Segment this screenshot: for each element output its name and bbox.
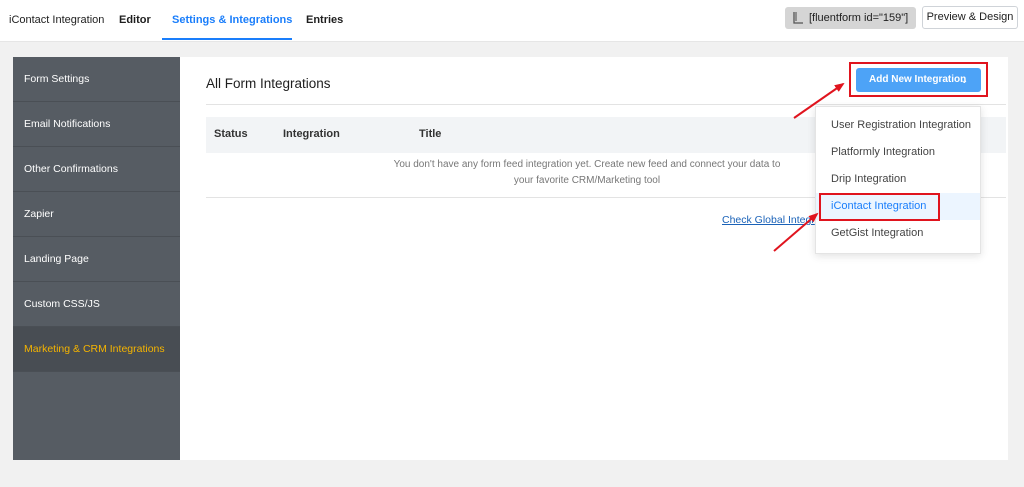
sidebar-item-landing-page[interactable]: Landing Page xyxy=(13,237,180,282)
panel-title: All Form Integrations xyxy=(206,76,331,91)
check-global-integrations-link[interactable]: Check Global Integr xyxy=(722,214,815,226)
tab-editor[interactable]: Editor xyxy=(119,14,151,26)
sidebar-item-email-notifications[interactable]: Email Notifications xyxy=(13,102,180,147)
sidebar-item-custom-css-js[interactable]: Custom CSS/JS xyxy=(13,282,180,327)
integration-dropdown-menu: User Registration Integration Platformly… xyxy=(815,106,981,254)
sidebar-item-zapier[interactable]: Zapier xyxy=(13,192,180,237)
menu-item-user-registration[interactable]: User Registration Integration xyxy=(816,112,980,139)
page-title: iContact Integration xyxy=(9,14,105,26)
preview-design-button[interactable]: Preview & Design xyxy=(922,6,1018,29)
top-navigation: iContact Integration Editor Settings & I… xyxy=(0,0,1024,42)
menu-item-drip[interactable]: Drip Integration xyxy=(816,166,980,193)
menu-item-platformly[interactable]: Platformly Integration xyxy=(816,139,980,166)
shortcode-text: [fluentform id="159"] xyxy=(809,12,909,24)
sidebar-item-form-settings[interactable]: Form Settings xyxy=(13,57,180,102)
settings-sidebar: Form Settings Email Notifications Other … xyxy=(13,57,180,460)
column-status: Status xyxy=(214,128,248,140)
column-integration: Integration xyxy=(283,128,340,140)
annotation-highlight-box xyxy=(849,62,988,97)
menu-item-getgist[interactable]: GetGist Integration xyxy=(816,220,980,247)
active-tab-indicator xyxy=(162,38,292,40)
tab-entries[interactable]: Entries xyxy=(306,14,343,26)
copy-icon xyxy=(793,12,803,24)
tab-settings-integrations[interactable]: Settings & Integrations xyxy=(172,14,292,26)
annotation-highlight-box xyxy=(819,193,940,221)
sidebar-item-other-confirmations[interactable]: Other Confirmations xyxy=(13,147,180,192)
divider xyxy=(206,104,1006,105)
sidebar-item-marketing-crm[interactable]: Marketing & CRM Integrations xyxy=(13,327,180,372)
column-title: Title xyxy=(419,128,442,140)
shortcode-copy-button[interactable]: [fluentform id="159"] xyxy=(785,7,916,29)
